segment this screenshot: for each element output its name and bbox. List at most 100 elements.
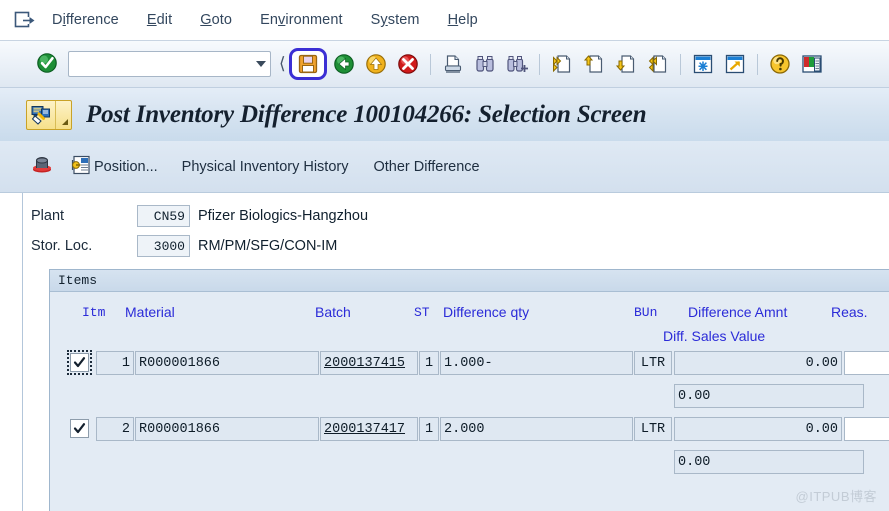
column-header-bun[interactable]: BUn [634, 305, 657, 320]
physical-inventory-history-button[interactable]: Physical Inventory History [169, 152, 359, 182]
green-check-icon[interactable] [36, 52, 58, 77]
next-page-button[interactable] [611, 49, 641, 79]
cell-difference-amnt[interactable]: 0.00 [674, 417, 842, 441]
page-up-icon [583, 55, 602, 73]
column-header-reason[interactable]: Reas. [831, 304, 868, 320]
title-bar: Post Inventory Difference 100104266: Sel… [0, 88, 889, 141]
last-page-button[interactable] [643, 49, 673, 79]
first-page-button[interactable] [547, 49, 577, 79]
corner-triangle-icon[interactable] [56, 101, 71, 129]
menu-label-difference: Difference [52, 12, 119, 28]
cell-st[interactable]: 1 [419, 351, 439, 375]
menu-item-system[interactable]: System [371, 12, 420, 28]
column-header-st[interactable]: ST [414, 305, 430, 320]
green-back-arrow-icon [333, 54, 354, 74]
cell-bun[interactable]: LTR [634, 351, 672, 375]
selection-screen-content: Plant CN59 Pfizer Biologics-Hangzhou Sto… [0, 193, 889, 511]
content-area: Plant CN59 Pfizer Biologics-Hangzhou Sto… [22, 193, 889, 511]
cell-batch[interactable]: 2000137417 [320, 417, 418, 441]
command-input[interactable] [69, 53, 252, 75]
cell-diff-sales-value-text: 0.00 [678, 388, 711, 404]
cell-bun-value: LTR [640, 421, 666, 437]
create-shortcut-button[interactable] [720, 49, 750, 79]
cell-material[interactable]: R000001866 [135, 351, 319, 375]
menu-item-help[interactable]: Help [448, 12, 478, 28]
print-button[interactable] [438, 49, 468, 79]
cell-reason[interactable] [844, 417, 889, 441]
page-last-icon [648, 55, 666, 73]
cell-difference-qty[interactable]: 2.000 [440, 417, 633, 441]
plant-field[interactable]: CN59 [137, 205, 190, 227]
menu-label-goto: Goto [200, 12, 233, 28]
cell-itm[interactable]: 1 [96, 351, 134, 375]
find-button[interactable] [470, 49, 500, 79]
storage-location-label: Stor. Loc. [31, 238, 93, 254]
table-row-sub: 0.00 [50, 447, 889, 480]
header-fields: Plant CN59 Pfizer Biologics-Hangzhou Sto… [23, 193, 889, 261]
toolbar-separator [429, 53, 431, 75]
row-select-checkbox[interactable] [70, 419, 89, 438]
other-difference-button[interactable]: Other Difference [360, 152, 489, 182]
position-button[interactable]: Position... [64, 152, 163, 182]
physical-inventory-history-label: Physical Inventory History [181, 158, 349, 175]
table-row: 2 R000001866 2000137417 1 2.000 LTR 0.00 [50, 414, 889, 447]
column-header-diff-sales-value[interactable]: Diff. Sales Value [663, 328, 765, 344]
cell-st[interactable]: 1 [419, 417, 439, 441]
new-session-icon [693, 54, 712, 74]
menu-item-difference[interactable]: Difference [52, 12, 119, 28]
cell-batch-value: 2000137415 [324, 355, 406, 371]
help-button[interactable] [765, 49, 795, 79]
back-button[interactable] [329, 49, 359, 79]
column-header-itm[interactable]: Itm [82, 305, 105, 320]
cell-material[interactable]: R000001866 [135, 417, 319, 441]
page-title: Post Inventory Difference 100104266: Sel… [86, 100, 647, 128]
cell-difference-qty[interactable]: 1.000- [440, 351, 633, 375]
toolbar-separator [756, 53, 758, 75]
cell-bun[interactable]: LTR [634, 417, 672, 441]
menu-label-help: Help [447, 12, 478, 28]
question-mark-icon [769, 54, 790, 74]
column-header-difference-amnt[interactable]: Difference Amnt [688, 304, 787, 320]
cell-diff-sales-value[interactable]: 0.00 [674, 450, 864, 474]
chevron-down-icon[interactable] [252, 52, 270, 76]
menu-item-edit[interactable]: Edit [147, 12, 172, 28]
cell-difference-amnt[interactable]: 0.00 [674, 351, 842, 375]
sap-system-menu-icon[interactable] [14, 10, 36, 30]
menu-label-edit: Edit [146, 12, 173, 28]
menu-item-goto[interactable]: Goto [200, 12, 232, 28]
cell-batch[interactable]: 2000137415 [320, 351, 418, 375]
exit-button[interactable] [361, 49, 391, 79]
plant-row: Plant CN59 Pfizer Biologics-Hangzhou [27, 201, 889, 231]
storage-location-value: 3000 [153, 238, 185, 254]
cell-diff-sales-value[interactable]: 0.00 [674, 384, 864, 408]
column-header-material[interactable]: Material [125, 304, 175, 320]
application-toolbar: Position... Physical Inventory History O… [0, 141, 889, 193]
find-next-button[interactable] [502, 49, 532, 79]
previous-page-button[interactable] [579, 49, 609, 79]
cell-material-value: R000001866 [139, 421, 221, 437]
storage-location-field[interactable]: 3000 [137, 235, 190, 257]
menu-item-environment[interactable]: Environment [260, 12, 343, 28]
cell-st-value: 1 [424, 421, 434, 437]
cell-reason[interactable] [844, 351, 889, 375]
items-group-title: Items [58, 273, 98, 288]
plant-description: Pfizer Biologics-Hangzhou [198, 208, 369, 224]
command-field[interactable] [68, 51, 271, 77]
customize-layout-button[interactable] [797, 49, 827, 79]
post-button[interactable] [26, 152, 58, 182]
cell-itm[interactable]: 2 [96, 417, 134, 441]
column-header-difference-qty[interactable]: Difference qty [443, 304, 529, 320]
table-row: 1 R000001866 2000137415 1 1.000- LTR 0.0… [50, 348, 889, 381]
floppy-disk-icon [298, 54, 317, 74]
command-history-chevron-icon[interactable]: ⟨ [279, 54, 286, 74]
cancel-button[interactable] [393, 49, 423, 79]
cell-st-value: 1 [424, 355, 434, 371]
row-select-checkbox[interactable] [67, 350, 92, 375]
toolbar-separator [538, 53, 540, 75]
column-header-batch[interactable]: Batch [315, 304, 351, 320]
cell-itm-value: 1 [121, 355, 130, 371]
create-session-button[interactable] [688, 49, 718, 79]
transaction-title-icon-group[interactable] [26, 99, 72, 130]
save-button[interactable] [288, 48, 327, 80]
system-toolbar: ⟨ [0, 41, 889, 88]
